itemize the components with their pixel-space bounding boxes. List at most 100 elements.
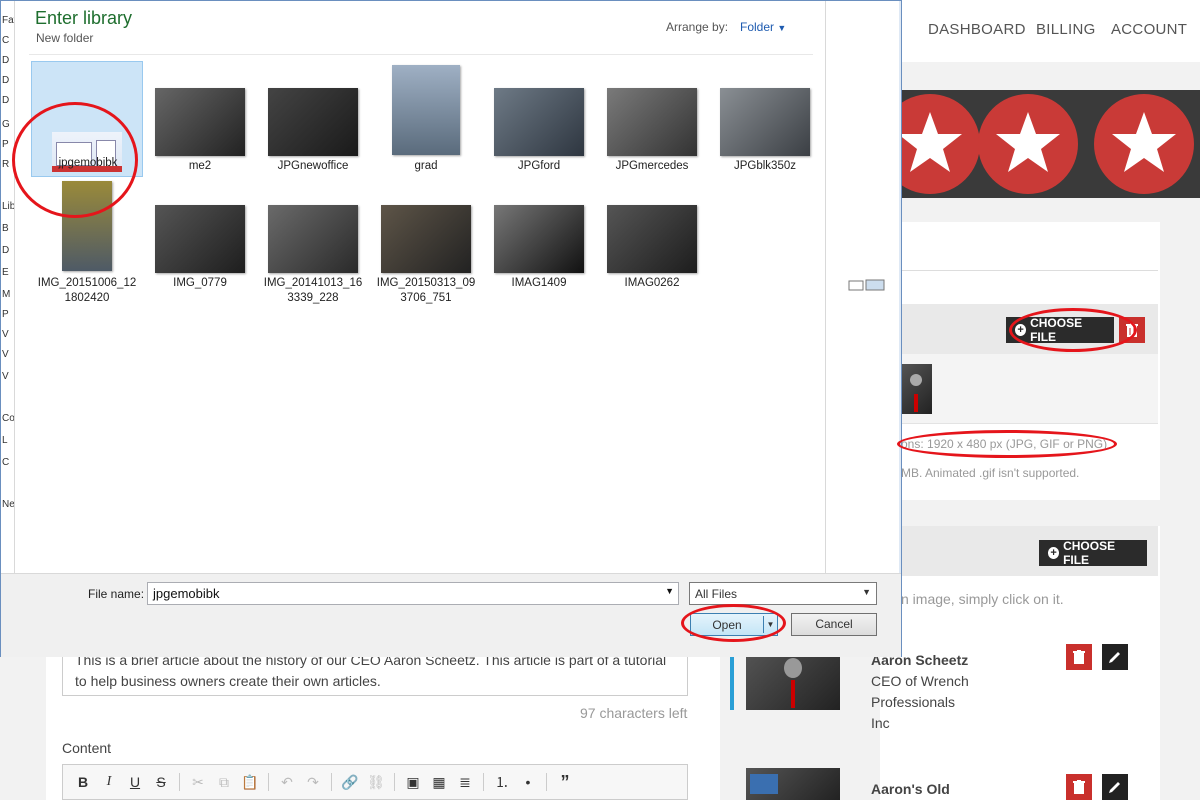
caret-down-icon[interactable]: ▼ [665, 586, 674, 596]
characters-left: 97 characters left [580, 705, 688, 721]
author-photo-2[interactable] [746, 768, 840, 800]
file-name-text: IMG_20151006_12 [37, 277, 137, 289]
nav-pane-item[interactable]: P [2, 139, 9, 150]
file-thumbnail [607, 88, 697, 156]
file-thumbnail [268, 88, 358, 156]
horizontal-rule-icon[interactable]: ≣ [457, 774, 473, 790]
blockquote-icon[interactable]: ” [557, 772, 573, 792]
nav-billing[interactable]: BILLING [1036, 21, 1096, 38]
choose-file-button[interactable]: + CHOOSE FILE [1006, 316, 1114, 344]
file-item[interactable]: JPGmercedes [596, 61, 708, 173]
caret-down-icon[interactable]: ▼ [764, 620, 777, 629]
strikethrough-icon[interactable]: S [153, 774, 169, 790]
nav-pane-item[interactable]: Lib [2, 201, 14, 212]
copy-icon[interactable]: ⧉ [216, 774, 232, 790]
cut-icon[interactable]: ✂ [190, 774, 206, 790]
file-name-text: 3339_228 [287, 292, 339, 304]
author-title-line: Inc [871, 715, 890, 731]
edit-author-button[interactable] [1102, 644, 1128, 670]
nav-pane-item[interactable]: L [2, 435, 8, 446]
nav-pane-item[interactable]: P [2, 309, 9, 320]
file-item[interactable]: IMAG1409 [483, 177, 595, 289]
nav-pane-item[interactable]: D [2, 245, 9, 256]
trash-icon [1073, 650, 1085, 664]
author-photo[interactable] [746, 648, 840, 710]
underline-icon[interactable]: U [127, 774, 143, 790]
file-item[interactable]: IMAG0262 [596, 177, 708, 289]
image-icon[interactable]: ▣ [405, 774, 421, 790]
nav-pane-item[interactable]: V [2, 329, 9, 340]
banner-thumbnail [900, 364, 932, 414]
file-name-text: jpgemobibk [58, 157, 118, 169]
file-name-text: grad [414, 160, 438, 172]
preview-toggle-icon[interactable] [848, 279, 886, 291]
file-item[interactable]: JPGnewoffice [257, 61, 369, 173]
nav-pane-item[interactable]: C [2, 457, 9, 468]
file-thumbnail [268, 205, 358, 273]
file-name-text: IMG_20141013_16 [263, 277, 363, 289]
nav-pane-item[interactable]: M [2, 289, 10, 300]
cancel-button[interactable]: Cancel [791, 613, 877, 636]
navigation-pane: FavCDDDGPRLibBDEMPVVVCoLCNe [1, 1, 15, 573]
undo-icon[interactable]: ↶ [279, 774, 295, 790]
library-subtitle: New folder [36, 31, 94, 45]
pencil-icon [1109, 652, 1120, 663]
nav-pane-item[interactable]: Ne [2, 499, 14, 510]
file-thumbnail [392, 65, 460, 155]
link-icon[interactable]: 🔗 [341, 774, 358, 790]
file-item[interactable]: IMG_20150313_09 3706_751 [370, 177, 482, 304]
numbered-list-icon[interactable]: ⒈ [494, 774, 510, 790]
file-type-select[interactable]: All Files ▼ [689, 582, 877, 605]
plus-circle-icon: + [1015, 324, 1027, 336]
table-icon[interactable]: ▦ [431, 774, 447, 790]
file-name-input[interactable]: jpgemobibk ▼ [147, 582, 679, 605]
file-item[interactable]: IMG_20151006_12 1802420 [31, 177, 143, 304]
nav-pane-item[interactable]: V [2, 371, 9, 382]
nav-pane-item[interactable]: C [2, 35, 9, 46]
nav-pane-item[interactable]: G [2, 119, 10, 130]
delete-author-button[interactable] [1066, 644, 1092, 670]
nav-pane-item[interactable]: R [2, 159, 9, 170]
file-item[interactable]: IMG_0779 [144, 177, 256, 289]
edit-author-button-2[interactable] [1102, 774, 1128, 800]
click-hint: n image, simply click on it. [901, 591, 1064, 607]
size-hint: MB. Animated .gif isn't supported. [901, 466, 1080, 480]
trash-icon [1073, 780, 1085, 794]
file-name-text: IMG_0779 [173, 277, 227, 289]
author-title-line: CEO of Wrench [871, 673, 969, 689]
bullet-list-icon[interactable]: • [520, 774, 536, 790]
nav-pane-item[interactable]: V [2, 349, 9, 360]
file-item[interactable]: jpgemobibk [31, 61, 143, 177]
delete-banner-button[interactable] [1119, 317, 1145, 343]
file-thumbnail [155, 205, 245, 273]
library-title: Enter library [35, 8, 133, 28]
nav-pane-item[interactable]: B [2, 223, 9, 234]
italic-icon[interactable]: I [101, 774, 117, 790]
bold-icon[interactable]: B [75, 774, 91, 790]
open-button[interactable]: Open ▼ [690, 613, 778, 636]
arrange-by-dropdown[interactable]: Folder ▼ [740, 20, 786, 34]
file-thumbnail [62, 181, 112, 271]
choose-file-button-2[interactable]: + CHOOSE FILE [1039, 539, 1147, 567]
header-banner [880, 90, 1200, 198]
nav-pane-item[interactable]: D [2, 95, 9, 106]
file-item[interactable]: me2 [144, 61, 256, 173]
redo-icon[interactable]: ↷ [305, 774, 321, 790]
nav-pane-item[interactable]: D [2, 55, 9, 66]
file-item[interactable]: IMG_20141013_16 3339_228 [257, 177, 369, 304]
nav-account[interactable]: ACCOUNT [1111, 21, 1187, 38]
file-item[interactable]: grad [370, 61, 482, 173]
paste-icon[interactable]: 📋 [241, 774, 258, 790]
unlink-icon[interactable]: ⛓ [367, 774, 385, 790]
nav-pane-item[interactable]: D [2, 75, 9, 86]
file-name-text: 3706_751 [400, 292, 452, 304]
file-item[interactable]: JPGford [483, 61, 595, 173]
plus-circle-icon: + [1048, 547, 1060, 559]
delete-author-button-2[interactable] [1066, 774, 1092, 800]
nav-pane-item[interactable]: Fav [2, 15, 14, 26]
nav-dashboard[interactable]: DASHBOARD [928, 21, 1026, 38]
file-item[interactable]: JPGblk350z [709, 61, 821, 173]
nav-pane-item[interactable]: Co [2, 413, 14, 424]
pencil-icon [1109, 782, 1120, 793]
nav-pane-item[interactable]: E [2, 267, 9, 278]
